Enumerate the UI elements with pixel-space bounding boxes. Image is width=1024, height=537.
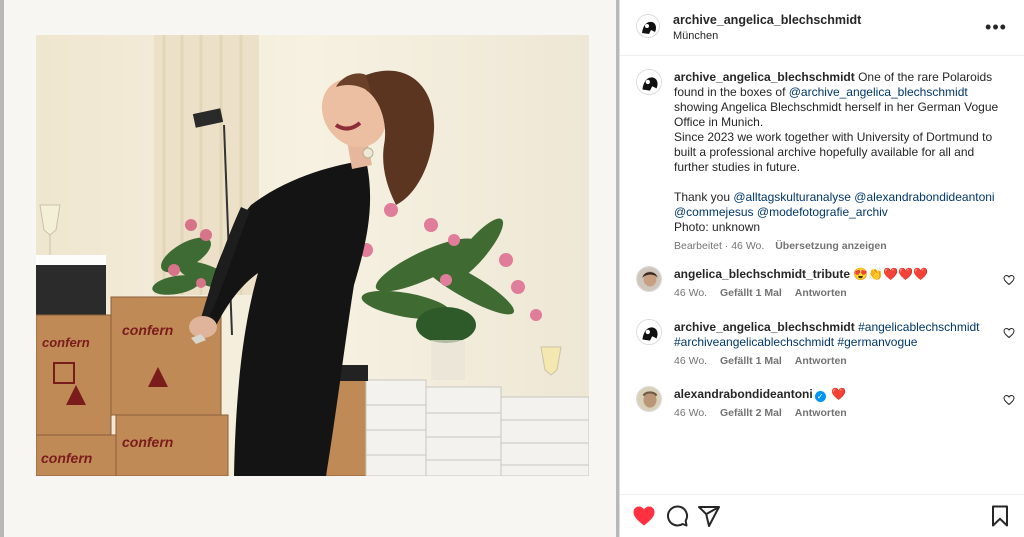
- verified-badge-icon: ✓: [814, 391, 826, 402]
- bookmark-icon[interactable]: [988, 504, 1012, 528]
- commenter-avatar[interactable]: [636, 386, 662, 412]
- caption-text-3: Since 2023 we work together with Univers…: [674, 130, 993, 174]
- commenter-avatar[interactable]: [636, 266, 662, 292]
- author-username[interactable]: archive_angelica_blechschmidt: [673, 13, 861, 27]
- caption-avatar[interactable]: [636, 69, 662, 95]
- comment-body: angelica_blechschmidt_tribute 😍👏❤️❤️❤️ 4…: [674, 267, 999, 301]
- caption-mention-1[interactable]: @archive_angelica_blechschmidt: [789, 85, 968, 99]
- mention-modefotografie-archiv[interactable]: @modefotografie_archiv: [757, 205, 888, 219]
- comment-likes[interactable]: Gefällt 1 Mal: [720, 287, 782, 299]
- comment-meta: 46 Wo. Gefällt 1 Mal Antworten: [674, 286, 999, 301]
- instagram-post-view: confern confern confern confern archive_…: [0, 0, 1024, 537]
- photo-illustration: confern confern confern confern: [36, 35, 589, 476]
- comment-meta: 46 Wo. Gefällt 2 Mal Antworten: [674, 406, 999, 421]
- translate-link[interactable]: Übersetzung anzeigen: [775, 240, 886, 252]
- caption-thanks: Thank you: [674, 190, 734, 204]
- caption-body: archive_angelica_blechschmidt One of the…: [674, 70, 999, 254]
- send-icon[interactable]: [697, 504, 721, 528]
- reply-button[interactable]: Antworten: [795, 407, 847, 419]
- author-avatar[interactable]: [636, 14, 660, 38]
- heart-outline-icon[interactable]: [1003, 394, 1015, 406]
- post-actions: [620, 494, 1024, 537]
- comment-time: 46 Wo.: [674, 355, 708, 367]
- box-label-1: confern: [42, 335, 90, 350]
- box-label-2: confern: [122, 322, 173, 338]
- comment-body: archive_angelica_blechschmidt #angelicab…: [674, 320, 999, 369]
- comment-icon[interactable]: [665, 504, 689, 528]
- mention-alexandrabondideantoni[interactable]: @alexandrabondideantoni: [854, 190, 994, 204]
- comment-meta: 46 Wo. Gefällt 1 Mal Antworten: [674, 354, 999, 369]
- polaroid-frame: confern confern confern confern: [4, 0, 616, 537]
- heart-outline-icon[interactable]: [1003, 327, 1015, 339]
- comment-time: 46 Wo.: [674, 407, 708, 419]
- comment-username[interactable]: angelica_blechschmidt_tribute: [674, 267, 850, 281]
- post-header: archive_angelica_blechschmidt München ••…: [620, 0, 1024, 56]
- heart-outline-icon[interactable]: [1003, 274, 1015, 286]
- caption-text-2: showing Angelica Blechschmidt herself in…: [674, 100, 999, 129]
- comment-username[interactable]: archive_angelica_blechschmidt: [674, 320, 855, 334]
- comment-text: 😍👏❤️❤️❤️: [853, 267, 929, 281]
- caption-edited: Bearbeitet · 46 Wo.: [674, 240, 765, 252]
- caption-photo-credit: Photo: unknown: [674, 220, 761, 234]
- heart-filled-icon[interactable]: [632, 504, 656, 528]
- comment-likes[interactable]: Gefällt 1 Mal: [720, 355, 782, 367]
- mention-alltagskulturanalyse[interactable]: @alltagskulturanalyse: [733, 190, 851, 204]
- comment-text: ❤️: [831, 387, 846, 401]
- box-label-3: confern: [41, 450, 92, 466]
- post-sidebar: archive_angelica_blechschmidt München ••…: [620, 0, 1024, 537]
- reply-button[interactable]: Antworten: [795, 355, 847, 367]
- post-location[interactable]: München: [673, 30, 718, 42]
- more-horizontal-icon[interactable]: •••: [984, 17, 1008, 37]
- comments-list: archive_angelica_blechschmidt One of the…: [620, 56, 1024, 493]
- comment-body: alexandrabondideantoni ✓ ❤️ 46 Wo. Gefäll…: [674, 387, 999, 421]
- post-photo: confern confern confern confern: [36, 35, 589, 476]
- reply-button[interactable]: Antworten: [795, 287, 847, 299]
- caption-meta: Bearbeitet · 46 Wo. Übersetzung anzeigen: [674, 239, 999, 254]
- comment-username[interactable]: alexandrabondideantoni: [674, 387, 813, 401]
- post-media[interactable]: confern confern confern confern: [0, 0, 619, 537]
- box-label-4: confern: [122, 434, 173, 450]
- mention-commejesus[interactable]: @commejesus: [674, 205, 754, 219]
- commenter-avatar[interactable]: [636, 319, 662, 345]
- comment-time: 46 Wo.: [674, 287, 708, 299]
- caption-username[interactable]: archive_angelica_blechschmidt: [674, 70, 855, 84]
- comment-likes[interactable]: Gefällt 2 Mal: [720, 407, 782, 419]
